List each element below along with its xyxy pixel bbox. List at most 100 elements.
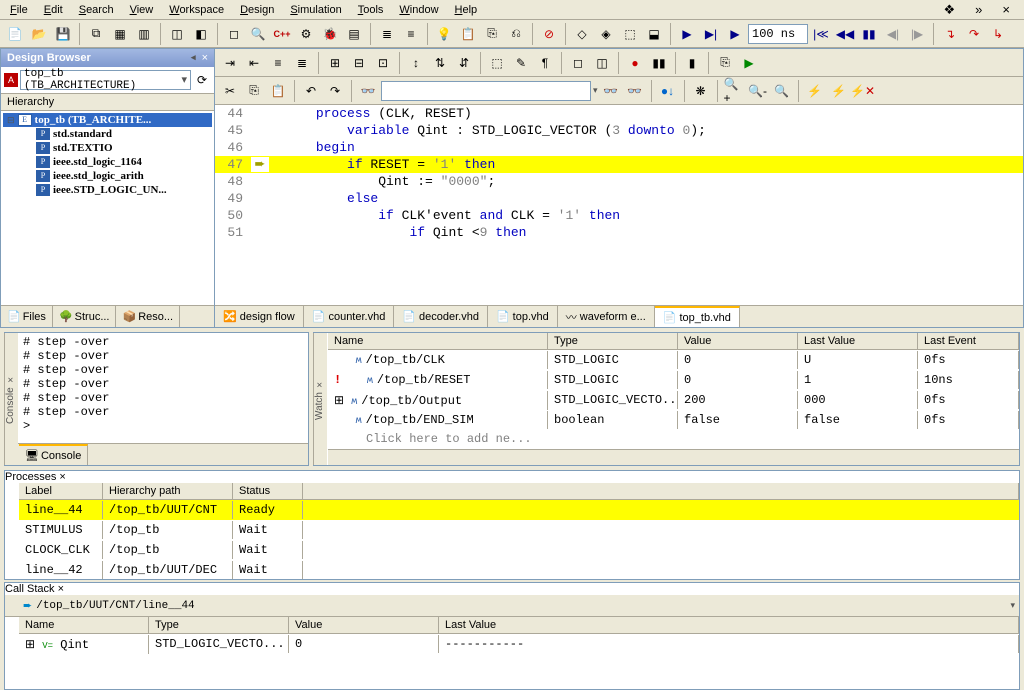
pilcrow-icon[interactable]: ¶ bbox=[534, 52, 556, 74]
tab-decoder-vhd[interactable]: 📄 decoder.vhd bbox=[394, 306, 488, 327]
new-file-icon[interactable]: 📄 bbox=[4, 23, 26, 45]
icon[interactable]: ◧ bbox=[190, 23, 212, 45]
tab-files[interactable]: 📄 Files bbox=[1, 306, 53, 327]
icon[interactable]: ⚙ bbox=[295, 23, 317, 45]
zoom-out-icon[interactable]: 🔍- bbox=[747, 80, 769, 102]
icon[interactable]: ⎘ bbox=[714, 52, 736, 74]
step-over-icon[interactable]: ↷ bbox=[963, 23, 985, 45]
tab-top_tb-vhd[interactable]: 📄 top_tb.vhd bbox=[655, 306, 740, 327]
icon[interactable]: ⊟ bbox=[348, 52, 370, 74]
refresh-icon[interactable]: ⟳ bbox=[193, 71, 211, 89]
step-out-icon[interactable]: ↳ bbox=[987, 23, 1009, 45]
menu-search[interactable]: Search bbox=[71, 2, 122, 18]
window-controls[interactable]: ❖ » × bbox=[936, 0, 1022, 20]
icon[interactable]: ▤ bbox=[343, 23, 365, 45]
tab-structure[interactable]: 🌳 Struc... bbox=[53, 306, 117, 327]
hierarchy-tree[interactable]: ⊟ E top_tb (TB_ARCHITE...P std.standardP… bbox=[1, 111, 214, 305]
col-type[interactable]: Type bbox=[149, 617, 289, 633]
col-type[interactable]: Type bbox=[548, 333, 678, 349]
stop-red-icon[interactable]: ⊘ bbox=[538, 23, 560, 45]
col-status[interactable]: Status bbox=[233, 483, 303, 499]
icon[interactable]: ✎ bbox=[510, 52, 532, 74]
tab-top-vhd[interactable]: 📄 top.vhd bbox=[488, 306, 558, 327]
watch-rows[interactable]: ʍ/top_tb/CLKSTD_LOGIC0U0fs ʍ/top_tb/RESE… bbox=[328, 350, 1019, 449]
icon[interactable]: ◻ bbox=[567, 52, 589, 74]
step-back-icon[interactable]: ◀| bbox=[882, 23, 904, 45]
dropdown-icon[interactable]: ▾ bbox=[1010, 600, 1015, 611]
menu-design[interactable]: Design bbox=[232, 2, 282, 18]
pause-icon[interactable]: ▮▮ bbox=[858, 23, 880, 45]
col-name[interactable]: Name bbox=[328, 333, 548, 349]
icon[interactable]: ◻ bbox=[223, 23, 245, 45]
watch-row[interactable]: ⊞ ʍ/top_tb/OutputSTD_LOGIC_VECTO...20000… bbox=[328, 390, 1019, 410]
menu-tools[interactable]: Tools bbox=[350, 2, 392, 18]
icon[interactable]: ≡ bbox=[267, 52, 289, 74]
maximize-icon[interactable]: » bbox=[967, 0, 990, 20]
tree-node[interactable]: P std.TEXTIO bbox=[3, 141, 212, 155]
save-icon[interactable]: 💾 bbox=[52, 23, 74, 45]
process-row[interactable]: CLOCK_CLK/top_tbWait bbox=[19, 540, 1019, 560]
icon[interactable]: ◫ bbox=[166, 23, 188, 45]
icon[interactable]: ↕ bbox=[405, 52, 427, 74]
console-output[interactable]: # step -over# step -over# step -over# st… bbox=[5, 333, 308, 443]
icon[interactable]: ▥ bbox=[133, 23, 155, 45]
tab-counter-vhd[interactable]: 📄 counter.vhd bbox=[304, 306, 395, 327]
icon[interactable]: ⧉ bbox=[85, 23, 107, 45]
tree-node[interactable]: P ieee.STD_LOGIC_UN... bbox=[3, 183, 212, 197]
code-area[interactable]: 44 process (CLK, RESET)45 variable Qint … bbox=[215, 105, 1023, 305]
restore-icon[interactable]: ❖ bbox=[936, 0, 964, 20]
icon[interactable]: ▦ bbox=[109, 23, 131, 45]
chevron-left-icon[interactable]: ◂ bbox=[191, 52, 196, 64]
indent-icon[interactable]: ⇥ bbox=[219, 52, 241, 74]
callstack-vtab[interactable]: Call Stack × bbox=[5, 583, 1019, 595]
bookmark-icon[interactable]: ●↓ bbox=[657, 80, 679, 102]
icon[interactable]: ⊞ bbox=[324, 52, 346, 74]
icon[interactable]: ⬚ bbox=[486, 52, 508, 74]
probe-icon[interactable]: ⚡ bbox=[828, 80, 850, 102]
icon[interactable]: ≣ bbox=[376, 23, 398, 45]
step-fwd-icon[interactable]: |▶ bbox=[906, 23, 928, 45]
console-vtab[interactable]: Console × bbox=[4, 333, 18, 465]
tab-console[interactable]: 🖥 Console bbox=[19, 444, 88, 465]
design-combo[interactable]: top_tb (TB_ARCHITECTURE)▾ bbox=[20, 70, 191, 90]
run-all-icon[interactable]: ▶ bbox=[724, 23, 746, 45]
icon[interactable]: ◇ bbox=[571, 23, 593, 45]
tab-resources[interactable]: 📦 Reso... bbox=[116, 306, 180, 327]
step-into-icon[interactable]: ↴ bbox=[939, 23, 961, 45]
icon[interactable]: ◫ bbox=[591, 52, 613, 74]
copy-icon[interactable]: ⎘ bbox=[243, 80, 265, 102]
icon[interactable]: ≡ bbox=[400, 23, 422, 45]
paste-icon[interactable]: 📋 bbox=[267, 80, 289, 102]
pause-rec-icon[interactable]: ▮▮ bbox=[648, 52, 670, 74]
icon[interactable]: ≣ bbox=[291, 52, 313, 74]
col-value[interactable]: Value bbox=[678, 333, 798, 349]
probe-del-icon[interactable]: ⚡✕ bbox=[852, 80, 874, 102]
col-path[interactable]: Hierarchy path bbox=[103, 483, 233, 499]
tab-design-flow[interactable]: 🔀 design flow bbox=[215, 306, 304, 327]
time-input[interactable] bbox=[748, 24, 808, 44]
play-green-icon[interactable]: ▶ bbox=[738, 52, 760, 74]
find-icon[interactable]: 🔍 bbox=[247, 23, 269, 45]
col-name[interactable]: Name bbox=[19, 617, 149, 633]
search-dropdown-icon[interactable]: ▾ bbox=[593, 85, 598, 96]
icon[interactable]: ⊡ bbox=[372, 52, 394, 74]
menu-edit[interactable]: Edit bbox=[36, 2, 71, 18]
icon[interactable]: ⇵ bbox=[453, 52, 475, 74]
stop-rec-icon[interactable]: ▮ bbox=[681, 52, 703, 74]
callstack-rows[interactable]: ⊞ V= QintSTD_LOGIC_VECTO...0----------- bbox=[19, 634, 1019, 689]
icon[interactable]: ⎌ bbox=[505, 23, 527, 45]
callstack-row[interactable]: ⊞ V= QintSTD_LOGIC_VECTO...0----------- bbox=[19, 634, 1019, 654]
tree-node[interactable]: P std.standard bbox=[3, 127, 212, 141]
find-prev-icon[interactable]: 👓 bbox=[600, 80, 622, 102]
tab-waveform-e-[interactable]: 〰 waveform e... bbox=[558, 306, 655, 327]
processes-vtab[interactable]: Processes × bbox=[5, 471, 1019, 483]
menu-help[interactable]: Help bbox=[447, 2, 486, 18]
cut-icon[interactable]: ✂ bbox=[219, 80, 241, 102]
menu-view[interactable]: View bbox=[122, 2, 162, 18]
probe-icon[interactable]: ⚡ bbox=[804, 80, 826, 102]
icon[interactable]: ⬚ bbox=[619, 23, 641, 45]
tree-node[interactable]: P ieee.std_logic_arith bbox=[3, 169, 212, 183]
bulb-icon[interactable]: 💡 bbox=[433, 23, 455, 45]
watch-row[interactable]: ʍ/top_tb/END_SIMbooleanfalsefalse0fs bbox=[328, 410, 1019, 430]
process-row[interactable]: line__44/top_tb/UUT/CNTReady bbox=[19, 500, 1019, 520]
